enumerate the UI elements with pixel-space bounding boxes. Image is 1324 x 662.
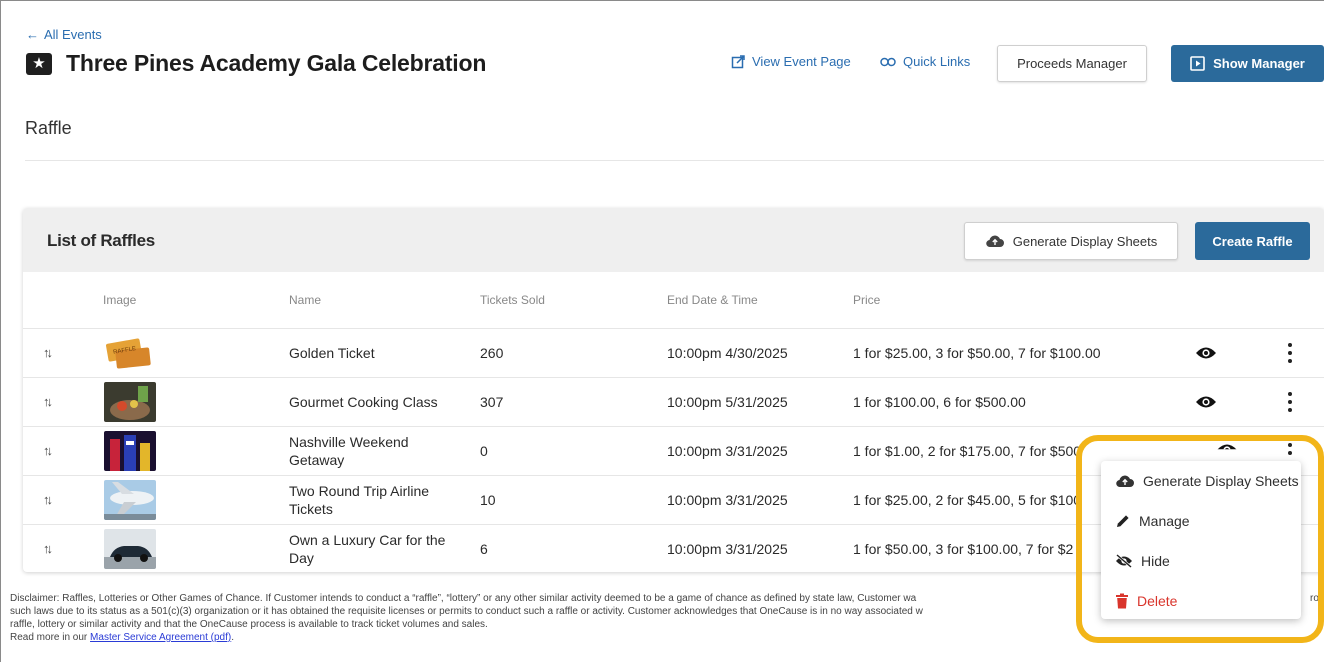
generate-display-sheets-label: Generate Display Sheets xyxy=(1012,233,1158,249)
menu-item-label: Delete xyxy=(1137,593,1178,609)
end-date-time: 10:00pm 4/30/2025 xyxy=(667,345,788,361)
price: 1 for $50.00, 3 for $100.00, 7 for $2 xyxy=(853,541,1074,557)
end-date-time: 10:00pm 3/31/2025 xyxy=(667,492,788,508)
divider xyxy=(25,160,1324,161)
tickets-sold: 10 xyxy=(480,492,496,508)
menu-item-label: Hide xyxy=(1141,553,1170,569)
menu-item-label: Manage xyxy=(1139,513,1190,529)
pencil-icon xyxy=(1117,515,1129,527)
create-raffle-label: Create Raffle xyxy=(1212,233,1293,249)
view-event-page-label: View Event Page xyxy=(752,54,851,69)
row-context-menu: Generate Display Sheets Manage Hide Dele… xyxy=(1101,461,1301,619)
price: 1 for $25.00, 2 for $45.00, 5 for $100 xyxy=(853,492,1082,508)
tickets-sold: 6 xyxy=(480,541,488,557)
reorder-arrows-icon[interactable]: ↑↓ xyxy=(43,345,53,360)
link-icon xyxy=(880,57,896,66)
disclaimer-line3: raffle, lottery or similar activity and … xyxy=(10,619,488,630)
cloud-upload-icon xyxy=(1116,475,1134,488)
reorder-arrows-icon[interactable]: ↑↓ xyxy=(43,492,53,507)
reorder-arrows-icon[interactable]: ↑↓ xyxy=(43,541,53,556)
show-manager-label: Show Manager xyxy=(1213,56,1305,71)
tickets-sold: 307 xyxy=(480,394,504,410)
eye-visible-icon[interactable] xyxy=(1195,346,1217,360)
column-header-tickets-sold: Tickets Sold xyxy=(480,293,545,307)
column-header-price: Price xyxy=(853,293,881,307)
proceeds-manager-label: Proceeds Manager xyxy=(1017,56,1127,71)
more-options-icon[interactable] xyxy=(1286,392,1294,412)
raffle-name: Gourmet Cooking Class xyxy=(289,394,438,410)
quick-links-link[interactable]: Quick Links xyxy=(880,54,970,69)
cloud-upload-icon xyxy=(985,235,1004,248)
price: 1 for $1.00, 2 for $175.00, 7 for $500 xyxy=(853,443,1082,459)
raffle-image xyxy=(104,382,156,422)
menu-item-manage[interactable]: Manage xyxy=(1115,513,1190,529)
raffle-name: Nashville Weekend Getaway xyxy=(289,433,409,469)
table-row[interactable]: ↑↓ Gourmet Cooking Class 307 10:00pm 5/3… xyxy=(23,377,1324,426)
raffle-name: Golden Ticket xyxy=(289,345,375,361)
disclaimer-line1-text: Disclaimer: Raffles, Lotteries or Other … xyxy=(10,593,917,604)
raffle-image: RAFFLE xyxy=(104,333,156,373)
menu-item-generate-display-sheets[interactable]: Generate Display Sheets xyxy=(1115,473,1299,489)
end-date-time: 10:00pm 3/31/2025 xyxy=(667,541,788,557)
raffle-image xyxy=(104,431,156,471)
back-link-label: All Events xyxy=(44,27,102,42)
eye-off-icon xyxy=(1116,554,1132,568)
menu-item-hide[interactable]: Hide xyxy=(1115,553,1170,569)
card-title: List of Raffles xyxy=(47,231,155,250)
raffle-image xyxy=(104,480,156,520)
view-event-page-link[interactable]: View Event Page xyxy=(731,54,851,69)
menu-item-label: Generate Display Sheets xyxy=(1143,473,1299,489)
generate-display-sheets-button[interactable]: Generate Display Sheets xyxy=(964,222,1178,260)
raffle-name-line2: Day xyxy=(289,550,314,566)
table-row[interactable]: ↑↓ RAFFLE Golden Ticket 260 10:00pm 4/30… xyxy=(23,328,1324,377)
more-options-icon[interactable] xyxy=(1286,443,1294,455)
disclaimer-read-more: Read more in our Master Service Agreemen… xyxy=(10,631,1324,644)
raffle-image xyxy=(104,529,156,569)
back-to-all-events-link[interactable]: ← All Events xyxy=(26,27,102,42)
arrow-left-icon: ← xyxy=(26,27,39,42)
read-more-prefix: Read more in our xyxy=(10,632,91,643)
reorder-arrows-icon[interactable]: ↑↓ xyxy=(43,443,53,458)
raffle-name-line2: Tickets xyxy=(289,501,333,517)
play-box-icon xyxy=(1190,56,1205,71)
end-date-time: 10:00pm 3/31/2025 xyxy=(667,443,788,459)
master-service-agreement-link[interactable]: Master Service Agreement (pdf) xyxy=(90,632,231,643)
menu-item-delete[interactable]: Delete xyxy=(1115,593,1177,609)
raffle-name-line2: Getaway xyxy=(289,452,345,468)
column-header-image: Image xyxy=(103,293,137,307)
raffle-name-line1: Nashville Weekend xyxy=(289,434,409,450)
end-date-time: 10:00pm 5/31/2025 xyxy=(667,394,788,410)
disclaimer-line1-tail: rom xyxy=(1310,593,1324,604)
event-title-row: ★ Three Pines Academy Gala Celebration xyxy=(26,50,486,77)
raffle-name-line1: Two Round Trip Airline xyxy=(289,483,430,499)
reorder-arrows-icon[interactable]: ↑↓ xyxy=(43,394,53,409)
price: 1 for $100.00, 6 for $500.00 xyxy=(853,394,1026,410)
column-header-end-date-time: End Date & Time xyxy=(667,293,758,307)
price: 1 for $25.00, 3 for $50.00, 7 for $100.0… xyxy=(853,345,1101,361)
trash-icon xyxy=(1116,593,1128,609)
star-ticket-icon: ★ xyxy=(26,52,52,75)
raffle-name: Own a Luxury Car for the Day xyxy=(289,531,445,567)
page-title: Three Pines Academy Gala Celebration xyxy=(66,50,487,76)
eye-visible-icon[interactable] xyxy=(1195,395,1217,409)
raffle-name: Two Round Trip Airline Tickets xyxy=(289,482,429,518)
quick-links-label: Quick Links xyxy=(903,54,971,69)
proceeds-manager-button[interactable]: Proceeds Manager xyxy=(997,45,1147,82)
external-link-icon xyxy=(731,54,745,68)
more-options-icon[interactable] xyxy=(1286,343,1294,363)
tickets-sold: 0 xyxy=(480,443,488,459)
create-raffle-button[interactable]: Create Raffle xyxy=(1195,222,1310,260)
read-more-suffix: . xyxy=(231,632,234,643)
column-header-name: Name xyxy=(289,293,322,307)
show-manager-button[interactable]: Show Manager xyxy=(1171,45,1324,82)
tickets-sold: 260 xyxy=(480,345,504,361)
raffle-name-line1: Own a Luxury Car for the xyxy=(289,532,446,548)
section-title: Raffle xyxy=(25,118,72,138)
